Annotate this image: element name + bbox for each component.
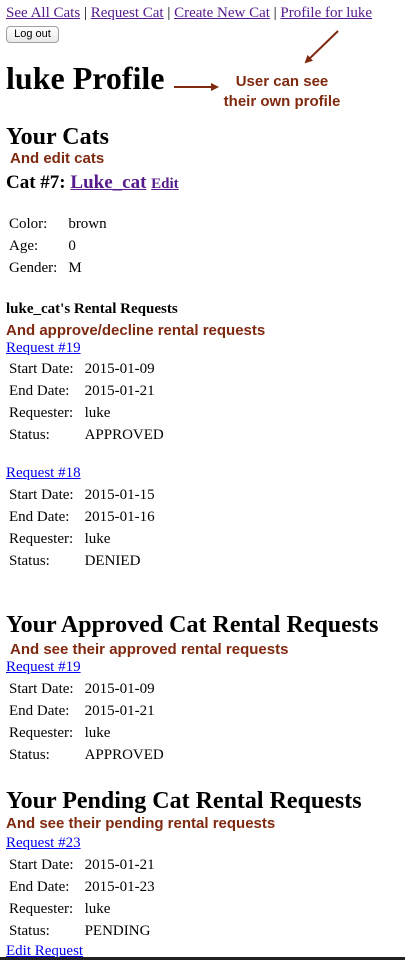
detail-value: luke (84, 724, 111, 741)
rental-requests-heading: luke_cat's Rental Requests (6, 301, 178, 317)
detail-label: Start Date: (9, 360, 74, 377)
detail-label: Start Date: (9, 486, 74, 503)
detail-label: End Date: (9, 508, 70, 525)
table-row: Start Date: 2015-01-15 (6, 484, 155, 506)
detail-value: 2015-01-23 (84, 878, 155, 895)
detail-label: Requester: (9, 530, 74, 547)
detail-label: Gender: (9, 259, 58, 276)
detail-value: 2015-01-21 (84, 856, 155, 873)
table-row: Color: brown (6, 213, 107, 235)
detail-value: 2015-01-16 (84, 508, 155, 525)
annotation-edit-cats: And edit cats (10, 150, 105, 167)
detail-value: 2015-01-21 (84, 702, 155, 719)
approved-request-details: Start Date: 2015-01-09 End Date: 2015-01-2… (6, 678, 164, 766)
nav-link-create-new-cat[interactable]: Create New Cat (174, 5, 270, 21)
detail-value: 2015-01-15 (84, 486, 155, 503)
detail-value: luke (84, 530, 111, 547)
table-row: End Date: 2015-01-16 (6, 506, 155, 528)
page-title: luke Profile (6, 60, 165, 96)
table-row: Gender: M (6, 257, 107, 279)
arrow-to-profile-link (304, 30, 339, 64)
nav-link-see-all-cats[interactable]: See All Cats (6, 5, 80, 21)
nav-link-profile[interactable]: Profile for luke (280, 5, 372, 21)
table-row: Status: PENDING (6, 920, 155, 942)
detail-value: APPROVED (84, 426, 164, 443)
detail-label: Status: (9, 426, 50, 443)
detail-value: brown (68, 215, 107, 232)
request-details: Start Date: 2015-01-15 End Date: 2015-01-1… (6, 484, 155, 572)
nav-separator: | (273, 5, 277, 21)
annotation-approve-decline: And approve/decline rental requests (6, 322, 266, 339)
table-row: Status: DENIED (6, 550, 155, 572)
detail-label: End Date: (9, 702, 70, 719)
detail-label: Color: (9, 215, 48, 232)
top-nav: See All Cats | Request Cat | Create New … (6, 5, 372, 22)
detail-label: Status: (9, 552, 50, 569)
pending-request-link[interactable]: Request #23 (6, 835, 81, 852)
approved-request-link[interactable]: Request #19 (6, 659, 81, 676)
detail-value: 2015-01-09 (84, 360, 155, 377)
your-cats-heading: Your Cats (6, 124, 109, 150)
detail-label: Start Date: (9, 680, 74, 697)
request-link[interactable]: Request #19 (6, 340, 81, 357)
table-row: Start Date: 2015-01-21 (6, 854, 155, 876)
pending-request-details: Start Date: 2015-01-21 End Date: 2015-01-2… (6, 854, 155, 942)
table-row: Requester: luke (6, 402, 164, 424)
detail-label: Requester: (9, 724, 74, 741)
detail-label: Start Date: (9, 856, 74, 873)
annotation-own-profile: User can see their own profile (223, 73, 341, 110)
detail-label: Requester: (9, 404, 74, 421)
table-row: Status: APPROVED (6, 424, 164, 446)
approved-requests-heading: Your Approved Cat Rental Requests (6, 612, 379, 638)
cat-name-link[interactable]: Luke_cat (70, 172, 146, 193)
detail-label: Requester: (9, 900, 74, 917)
detail-label: End Date: (9, 878, 70, 895)
table-row: Age: 0 (6, 235, 107, 257)
table-row: Start Date: 2015-01-09 (6, 678, 164, 700)
annotation-pending: And see their pending rental requests (6, 815, 276, 832)
table-row: Status: APPROVED (6, 744, 164, 766)
nav-separator: | (83, 5, 87, 21)
cat-number: Cat #7: (6, 172, 66, 193)
table-row: Requester: luke (6, 898, 155, 920)
pending-requests-heading: Your Pending Cat Rental Requests (6, 788, 362, 814)
annotation-approved: And see their approved rental requests (10, 641, 289, 658)
detail-label: End Date: (9, 382, 70, 399)
table-row: Requester: luke (6, 722, 164, 744)
detail-label: Age: (9, 237, 39, 254)
detail-value: 0 (68, 237, 76, 254)
request-link[interactable]: Request #18 (6, 465, 81, 482)
request-details: Start Date: 2015-01-09 End Date: 2015-01-2… (6, 358, 164, 446)
detail-value: luke (84, 404, 111, 421)
detail-value: M (68, 259, 82, 276)
table-row: Requester: luke (6, 528, 155, 550)
nav-link-request-cat[interactable]: Request Cat (91, 5, 164, 21)
detail-value: 2015-01-21 (84, 382, 155, 399)
detail-value: DENIED (84, 552, 141, 569)
detail-label: Status: (9, 922, 50, 939)
cat-title: Cat #7: Luke_cat Edit (6, 172, 179, 194)
detail-value: APPROVED (84, 746, 164, 763)
table-row: Start Date: 2015-01-09 (6, 358, 164, 380)
cat-details: Color: brown Age: 0 Gender: M (6, 213, 107, 279)
nav-separator: | (167, 5, 171, 21)
table-row: End Date: 2015-01-21 (6, 380, 164, 402)
detail-label: Status: (9, 746, 50, 763)
table-row: End Date: 2015-01-23 (6, 876, 155, 898)
logout-button[interactable]: Log out (6, 26, 59, 43)
edit-cat-link[interactable]: Edit (151, 176, 179, 192)
detail-value: luke (84, 900, 111, 917)
table-row: End Date: 2015-01-21 (6, 700, 164, 722)
detail-value: PENDING (84, 922, 151, 939)
detail-value: 2015-01-09 (84, 680, 155, 697)
